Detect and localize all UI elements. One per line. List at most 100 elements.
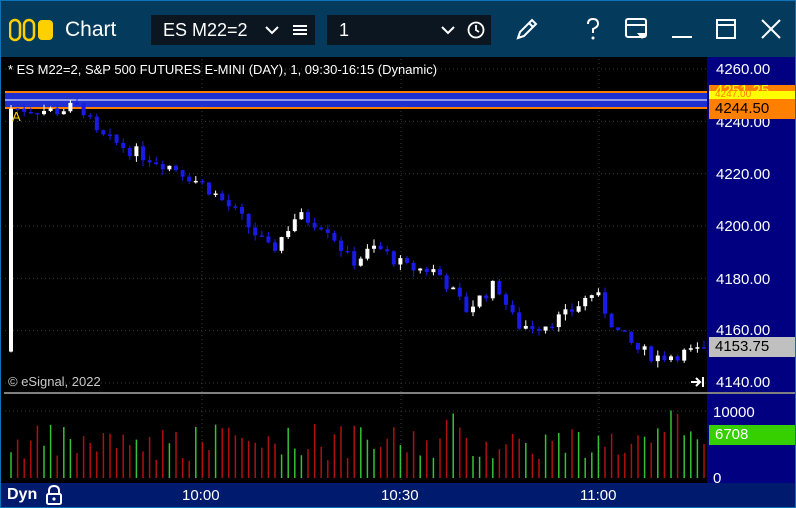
maximize-icon[interactable] <box>712 15 740 43</box>
candle-body <box>286 231 291 238</box>
volume-tick: 10000 <box>713 404 755 421</box>
time-tick: 11:00 <box>580 487 617 504</box>
candle-body <box>444 275 449 290</box>
candle-body <box>563 309 568 315</box>
candle-body <box>174 165 178 171</box>
candle-body <box>655 355 660 362</box>
candle-body <box>471 306 475 313</box>
volume-tag: 6708 <box>709 425 795 445</box>
candle-body <box>22 108 27 113</box>
candle-body <box>504 294 508 305</box>
last-price-tag: 4153.75 <box>709 337 795 357</box>
candle-body <box>378 245 383 250</box>
candle-body <box>537 329 541 331</box>
candle-body <box>391 251 396 265</box>
candle-body <box>339 240 343 251</box>
candle-body <box>405 258 409 263</box>
dynamic-mode-label[interactable]: Dyn <box>7 486 37 504</box>
lock-icon[interactable] <box>45 485 63 505</box>
pencil-icon[interactable] <box>513 15 541 43</box>
symbol-input[interactable]: ES M22=2 <box>151 15 315 45</box>
candle-body <box>141 146 145 161</box>
candle-body <box>193 180 198 183</box>
candle-body <box>259 235 264 237</box>
candle-body <box>213 193 218 195</box>
price-tick: 4180.00 <box>716 271 771 288</box>
candle-body <box>358 258 363 266</box>
app-logo-icon <box>9 18 53 42</box>
candle-body <box>48 108 53 111</box>
candle-body <box>365 248 370 259</box>
candle-body <box>418 268 423 271</box>
chevron-down-icon[interactable] <box>441 25 455 35</box>
candle-body <box>497 280 502 295</box>
candle-body <box>556 314 561 328</box>
candle-body <box>682 349 687 361</box>
candle-body <box>325 229 330 233</box>
clock-icon[interactable] <box>467 21 485 39</box>
candle-body <box>121 142 126 149</box>
candle-body <box>226 200 231 207</box>
candle-body <box>319 227 324 230</box>
time-tick: 10:00 <box>182 487 220 504</box>
candle-body <box>431 269 436 273</box>
candle-body <box>134 146 139 157</box>
title-bar: Chart ES M22=2 1 <box>1 1 795 57</box>
candle-body <box>490 280 495 299</box>
candle-body <box>616 327 621 331</box>
price-tick: 4220.00 <box>716 166 771 183</box>
candle-body <box>642 346 647 350</box>
candle-body <box>398 258 403 265</box>
candle-body <box>530 325 535 330</box>
menu-icon[interactable] <box>293 24 307 36</box>
candle-body <box>411 262 416 271</box>
chart-header: * ES M22=2, S&P 500 FUTURES E-MINI (DAY)… <box>8 62 438 77</box>
price-tick: 4200.00 <box>716 218 771 235</box>
candle-body <box>345 250 350 253</box>
candle-body <box>127 148 132 157</box>
candle-body <box>279 237 284 251</box>
candle-body <box>543 326 548 331</box>
candle-body <box>42 110 46 115</box>
interval-input[interactable]: 1 <box>327 15 491 45</box>
candle-body <box>88 115 93 117</box>
candle-body <box>299 212 304 220</box>
candle-body <box>187 176 192 182</box>
price-tick: 4260.00 <box>716 61 771 78</box>
price-chart[interactable]: A <box>1 57 795 507</box>
candle-body <box>675 356 680 361</box>
candle-body <box>207 182 211 195</box>
candle-body <box>220 193 225 201</box>
chevron-down-icon[interactable] <box>265 25 279 35</box>
candle-body <box>81 103 86 116</box>
candle-body <box>246 213 251 228</box>
candle-body <box>167 165 172 170</box>
candle-body <box>147 160 152 163</box>
candle-body <box>662 355 667 361</box>
candle-body <box>154 162 159 165</box>
candle-body <box>550 326 555 329</box>
candle-body <box>622 330 627 332</box>
candle-body <box>523 325 528 329</box>
candle-body <box>484 295 489 299</box>
marker-a: A <box>12 109 21 124</box>
close-icon[interactable] <box>757 15 785 43</box>
candle-body <box>457 287 462 297</box>
candle-body <box>75 102 79 105</box>
help-icon[interactable] <box>579 15 607 43</box>
candle-body <box>352 251 357 266</box>
scroll-to-end-icon[interactable] <box>690 375 706 389</box>
candle-body <box>35 112 40 115</box>
candle-body <box>372 245 376 249</box>
candle-body <box>702 347 706 349</box>
candle-body <box>312 222 317 228</box>
time-axis: Dyn 10:00 10:30 11:00 <box>1 483 795 507</box>
candle-body <box>570 309 574 312</box>
candle-body <box>94 116 99 131</box>
candle-body <box>240 206 244 214</box>
minimize-icon[interactable] <box>668 15 696 43</box>
candle-body <box>273 242 277 251</box>
candle-body <box>332 232 337 241</box>
window-title: Chart <box>65 18 117 41</box>
template-icon[interactable] <box>623 15 651 43</box>
